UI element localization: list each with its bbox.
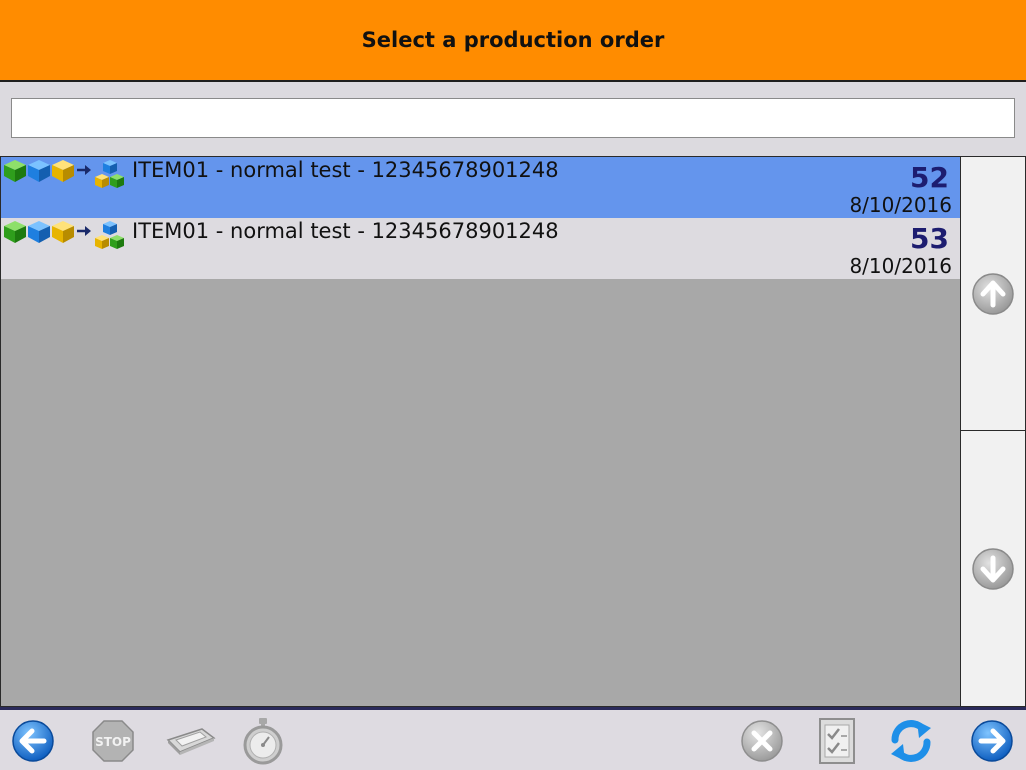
row-icon-group xyxy=(3,159,126,191)
order-number: 53 xyxy=(910,222,949,255)
stop-sign-icon: STOP xyxy=(92,720,134,762)
cancel-x-icon xyxy=(741,720,783,762)
card-reader-button[interactable] xyxy=(164,718,216,764)
scroll-pane xyxy=(960,156,1026,707)
back-button[interactable] xyxy=(10,718,56,764)
yellow-cube-icon xyxy=(52,221,74,243)
order-list: ITEM01 - normal test - 12345678901248 52… xyxy=(0,156,961,707)
arrow-right-icon xyxy=(77,165,91,175)
search-input[interactable] xyxy=(11,98,1015,138)
order-date: 8/10/2016 xyxy=(849,193,952,217)
bottom-toolbar: STOP xyxy=(0,707,1026,770)
search-container xyxy=(11,98,1015,138)
refresh-icon xyxy=(891,720,931,762)
stopwatch-button[interactable] xyxy=(240,718,286,765)
blue-cube-icon xyxy=(28,221,50,243)
green-cube-icon xyxy=(4,221,26,243)
checklist-icon xyxy=(819,718,855,764)
order-label: ITEM01 - normal test - 12345678901248 xyxy=(132,158,559,182)
svg-text:STOP: STOP xyxy=(95,735,131,749)
card-reader-icon xyxy=(166,728,216,755)
refresh-button[interactable] xyxy=(886,718,936,764)
cube-stack-icon xyxy=(95,221,124,249)
stopwatch-icon xyxy=(243,718,283,765)
row-icon-group xyxy=(3,220,126,252)
order-number: 52 xyxy=(910,161,949,194)
yellow-cube-icon xyxy=(52,160,74,182)
forward-arrow-icon xyxy=(971,720,1013,762)
header-bar: Select a production order xyxy=(0,0,1026,82)
order-row[interactable]: ITEM01 - normal test - 12345678901248 53… xyxy=(1,218,960,279)
stop-button[interactable]: STOP xyxy=(90,718,136,764)
order-date: 8/10/2016 xyxy=(849,254,952,278)
arrow-right-icon xyxy=(77,226,91,236)
scroll-up-button[interactable] xyxy=(961,157,1025,431)
forward-button[interactable] xyxy=(969,718,1015,764)
arrow-down-icon xyxy=(972,548,1014,590)
app-window: Select a production order ITEM01 - norma… xyxy=(0,0,1026,770)
blue-cube-icon xyxy=(28,160,50,182)
order-row[interactable]: ITEM01 - normal test - 12345678901248 52… xyxy=(1,157,960,218)
cancel-button[interactable] xyxy=(739,718,785,764)
cube-stack-icon xyxy=(95,160,124,188)
checklist-button[interactable] xyxy=(814,718,860,764)
scroll-down-button[interactable] xyxy=(961,432,1025,706)
page-title: Select a production order xyxy=(361,28,665,52)
arrow-up-icon xyxy=(972,272,1014,315)
order-label: ITEM01 - normal test - 12345678901248 xyxy=(132,219,559,243)
back-arrow-icon xyxy=(12,720,54,762)
green-cube-icon xyxy=(4,160,26,182)
